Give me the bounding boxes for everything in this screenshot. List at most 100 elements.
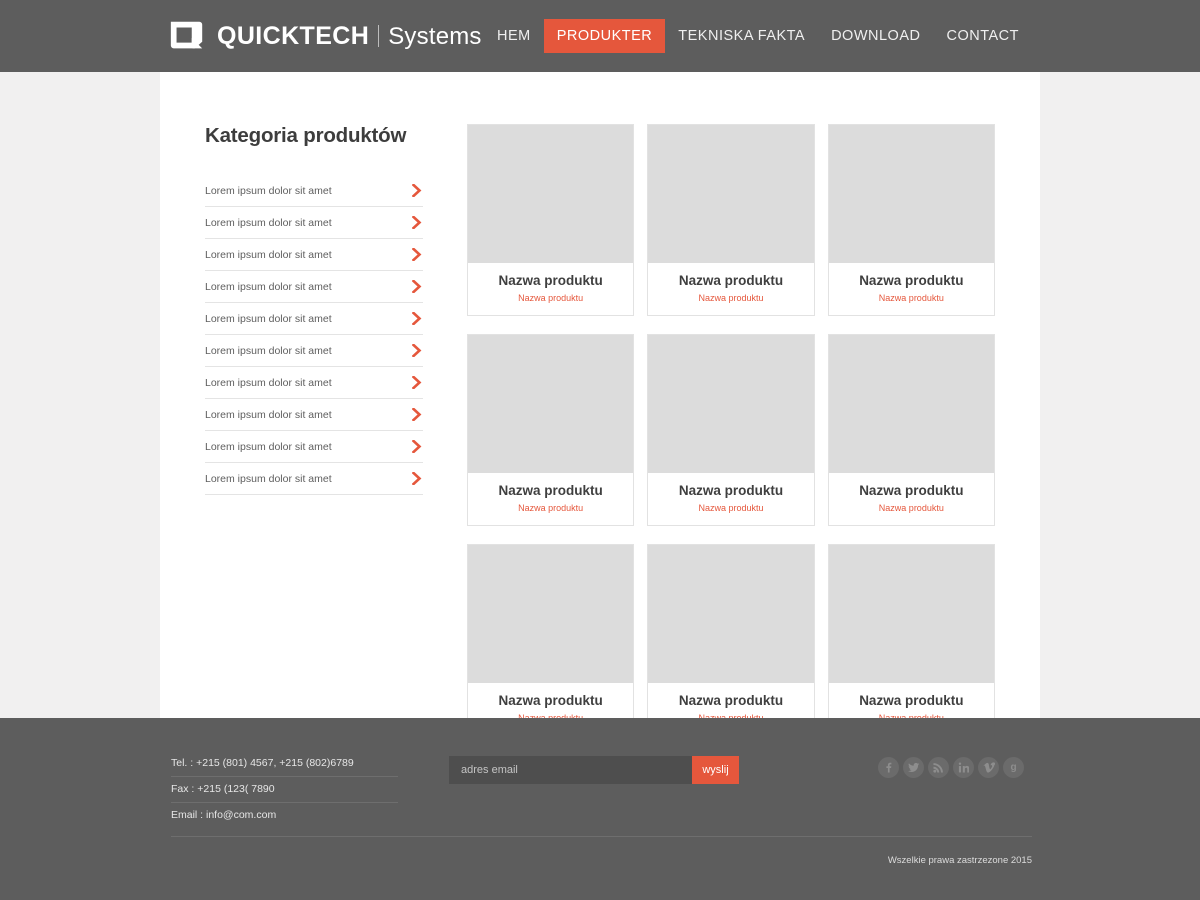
category-item[interactable]: Lorem ipsum dolor sit amet	[205, 207, 423, 239]
category-item[interactable]: Lorem ipsum dolor sit amet	[205, 271, 423, 303]
category-item[interactable]: Lorem ipsum dolor sit amet	[205, 175, 423, 207]
category-label: Lorem ipsum dolor sit amet	[205, 376, 332, 389]
category-label: Lorem ipsum dolor sit amet	[205, 408, 332, 421]
chevron-right-icon	[412, 472, 422, 485]
category-label: Lorem ipsum dolor sit amet	[205, 280, 332, 293]
product-image-placeholder	[468, 545, 634, 683]
chevron-right-icon	[412, 344, 422, 357]
product-subtitle: Nazwa produktu	[518, 293, 584, 303]
product-card[interactable]: Nazwa produktu Nazwa produktu	[827, 124, 995, 316]
vimeo-icon[interactable]	[978, 757, 999, 778]
product-card-body: Nazwa produktu Nazwa produktu	[829, 263, 994, 315]
product-card[interactable]: Nazwa produktu Nazwa produktu	[827, 334, 995, 526]
nav-item-tekniska-fakta[interactable]: TEKNISKA FAKTA	[665, 19, 818, 53]
category-label: Lorem ipsum dolor sit amet	[205, 344, 332, 357]
contact-fax: Fax : +215 (123( 7890	[171, 777, 398, 803]
category-label: Lorem ipsum dolor sit amet	[205, 248, 332, 261]
product-card-body: Nazwa produktu Nazwa produktu	[648, 263, 813, 315]
product-card[interactable]: Nazwa produktu Nazwa produktu	[647, 544, 815, 718]
product-card-body: Nazwa produktu Nazwa produktu	[648, 473, 813, 525]
site-header: QUICKTECH Systems HEM PRODUKTER TEKNISKA…	[0, 0, 1200, 72]
facebook-icon[interactable]	[878, 757, 899, 778]
nav-item-hem[interactable]: HEM	[484, 19, 544, 53]
category-item[interactable]: Lorem ipsum dolor sit amet	[205, 303, 423, 335]
category-label: Lorem ipsum dolor sit amet	[205, 184, 332, 197]
product-title: Nazwa produktu	[678, 693, 784, 708]
product-title: Nazwa produktu	[498, 273, 603, 288]
copyright-text: Wszelkie prawa zastrzezone 2015	[887, 855, 1032, 866]
product-title: Nazwa produktu	[498, 693, 603, 708]
twitter-icon[interactable]	[903, 757, 924, 778]
product-image-placeholder	[648, 545, 814, 683]
product-card-body: Nazwa produktu Nazwa produktu	[829, 473, 994, 525]
nav-item-download[interactable]: DOWNLOAD	[818, 19, 933, 53]
category-item[interactable]: Lorem ipsum dolor sit amet	[205, 367, 423, 399]
newsletter-form: wyslij	[449, 756, 739, 784]
chevron-right-icon	[412, 248, 422, 261]
product-image-placeholder	[828, 545, 994, 683]
product-card[interactable]: Nazwa produktu Nazwa produktu	[827, 544, 995, 718]
product-image-placeholder	[828, 335, 994, 473]
product-card[interactable]: Nazwa produktu Nazwa produktu	[467, 124, 635, 316]
category-item[interactable]: Lorem ipsum dolor sit amet	[205, 239, 423, 271]
content-band: Kategoria produktów Lorem ipsum dolor si…	[0, 72, 1200, 718]
brand-separator	[378, 25, 380, 47]
product-title: Nazwa produktu	[678, 483, 784, 498]
contact-phone: Tel. : +215 (801) 4567, +215 (802)6789	[171, 751, 398, 777]
product-title: Nazwa produktu	[859, 273, 964, 288]
product-card[interactable]: Nazwa produktu Nazwa produktu	[647, 124, 815, 316]
page-title: Kategoria produktów	[205, 124, 407, 147]
product-card[interactable]: Nazwa produktu Nazwa produktu	[467, 544, 635, 718]
nav-item-contact[interactable]: CONTACT	[933, 19, 1032, 53]
product-title: Nazwa produktu	[498, 483, 603, 498]
category-label: Lorem ipsum dolor sit amet	[205, 440, 332, 453]
product-image-placeholder	[648, 335, 814, 473]
category-item[interactable]: Lorem ipsum dolor sit amet	[205, 399, 423, 431]
category-item[interactable]: Lorem ipsum dolor sit amet	[205, 335, 423, 367]
nav-item-produkter[interactable]: PRODUKTER	[543, 19, 666, 53]
category-label: Lorem ipsum dolor sit amet	[205, 312, 332, 325]
chevron-right-icon	[412, 376, 422, 389]
footer-divider	[171, 836, 1032, 837]
send-button[interactable]: wyslij	[692, 756, 739, 784]
product-title: Nazwa produktu	[678, 273, 784, 288]
product-grid: Nazwa produktu Nazwa produktu Nazwa produk…	[467, 124, 995, 718]
category-item[interactable]: Lorem ipsum dolor sit amet	[205, 463, 423, 495]
product-title: Nazwa produktu	[859, 483, 964, 498]
product-card-body: Nazwa produktu Nazwa produktu	[648, 683, 813, 718]
product-subtitle: Nazwa produktu	[698, 293, 764, 303]
chevron-right-icon	[412, 216, 422, 229]
chevron-right-icon	[412, 312, 422, 325]
linkedin-icon[interactable]	[953, 757, 974, 778]
product-image-placeholder	[468, 335, 634, 473]
product-card[interactable]: Nazwa produktu Nazwa produktu	[467, 334, 635, 526]
brand-subname: Systems	[388, 22, 482, 50]
product-subtitle: Nazwa produktu	[518, 503, 584, 513]
chevron-right-icon	[412, 440, 422, 453]
main-navigation: HEM PRODUKTER TEKNISKA FAKTA DOWNLOAD CO…	[484, 19, 1032, 53]
chevron-right-icon	[412, 184, 422, 197]
product-image-placeholder	[828, 125, 994, 263]
site-footer: Tel. : +215 (801) 4567, +215 (802)6789 F…	[0, 718, 1200, 900]
brand-logo[interactable]: QUICKTECH Systems	[168, 17, 482, 55]
category-item[interactable]: Lorem ipsum dolor sit amet	[205, 431, 423, 463]
footer-top-row: Tel. : +215 (801) 4567, +215 (802)6789 F…	[168, 751, 1032, 828]
google-plus-icon[interactable]: g	[1003, 757, 1024, 778]
product-card-body: Nazwa produktu Nazwa produktu	[468, 263, 633, 315]
chevron-right-icon	[412, 408, 422, 421]
contact-info: Tel. : +215 (801) 4567, +215 (802)6789 F…	[168, 751, 398, 828]
category-sidebar: Kategoria produktów Lorem ipsum dolor si…	[205, 124, 423, 495]
quicktech-q-logo-icon	[170, 21, 203, 49]
product-title: Nazwa produktu	[859, 693, 964, 708]
product-card[interactable]: Nazwa produktu Nazwa produktu	[647, 334, 815, 526]
product-image-placeholder	[468, 125, 634, 263]
product-subtitle: Nazwa produktu	[698, 503, 764, 513]
product-card-body: Nazwa produktu Nazwa produktu	[468, 683, 633, 718]
rss-icon[interactable]	[928, 757, 949, 778]
brand-name: QUICKTECH	[217, 21, 370, 50]
category-label: Lorem ipsum dolor sit amet	[205, 472, 332, 485]
header-container: QUICKTECH Systems HEM PRODUKTER TEKNISKA…	[160, 17, 1040, 55]
email-input[interactable]	[449, 756, 692, 784]
category-list: Lorem ipsum dolor sit amet Lorem ipsum do…	[205, 175, 423, 495]
social-links: g	[878, 757, 1032, 778]
